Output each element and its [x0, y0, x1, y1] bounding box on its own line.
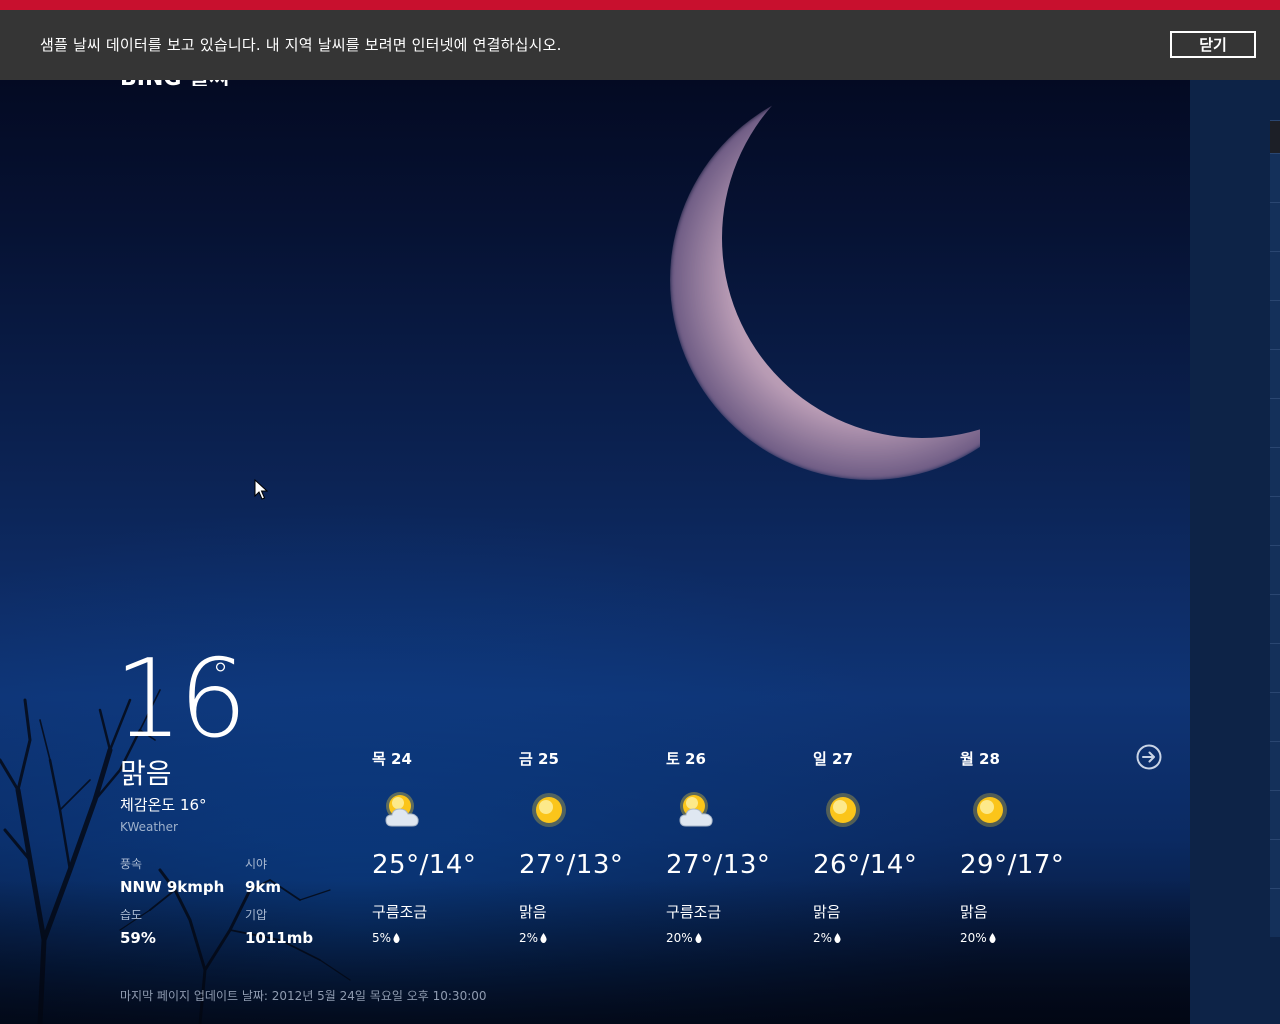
visibility-label: 시야 — [245, 857, 268, 871]
forecast-day-name: 토 26 — [666, 750, 706, 768]
raindrop-icon — [393, 933, 400, 943]
close-button[interactable]: 닫기 — [1170, 31, 1256, 58]
side-panel-item[interactable] — [1270, 839, 1280, 888]
side-panel-item[interactable] — [1270, 888, 1280, 937]
data-provider-link[interactable]: KWeather — [120, 820, 178, 834]
feels-like: 체감온도 16° — [120, 796, 207, 814]
side-panel-item[interactable] — [1270, 300, 1280, 349]
side-panel-item[interactable] — [1270, 202, 1280, 251]
forecast-day[interactable]: 월 28 29°/17° 맑음 20% — [960, 748, 1100, 948]
precip-value: 20% — [960, 931, 987, 945]
partly-cloudy-icon — [679, 792, 713, 827]
forecast-day[interactable]: 목 24 25°/14° 구름조금 5% — [372, 748, 512, 948]
weather-app-window: BING 날씨 샘플 날씨 데이터를 보고 있습니다. 내 지역 날씨를 보려면… — [0, 0, 1280, 1024]
side-panel-item[interactable] — [1270, 153, 1280, 202]
humidity-value: 59% — [120, 929, 156, 947]
forecast-condition: 구름조금 — [372, 903, 428, 921]
forecast-condition: 맑음 — [813, 903, 841, 921]
crescent-moon-image — [670, 100, 980, 480]
forecast-precip: 20% — [666, 931, 702, 945]
forecast-day-name: 일 27 — [813, 750, 853, 768]
notification-bar: 샘플 날씨 데이터를 보고 있습니다. 내 지역 날씨를 보려면 인터넷에 연결… — [0, 10, 1280, 80]
side-panel-item[interactable] — [1270, 692, 1280, 741]
last-updated-text: 마지막 페이지 업데이트 날짜: 2012년 5월 24일 목요일 오후 10:… — [120, 989, 487, 1003]
side-panel-item[interactable] — [1270, 251, 1280, 300]
precip-value: 2% — [519, 931, 539, 945]
partly-cloudy-icon — [385, 792, 419, 827]
mouse-cursor-icon — [254, 479, 268, 500]
side-panel-item[interactable] — [1270, 545, 1280, 594]
right-side-panel — [1190, 0, 1280, 1024]
side-panel-item[interactable] — [1270, 643, 1280, 692]
forecast-high-low: 27°/13° — [666, 850, 771, 880]
forecast-high-low: 27°/13° — [519, 850, 624, 880]
precip-value: 2% — [813, 931, 833, 945]
top-accent-stripe — [0, 0, 1280, 10]
side-panel-item[interactable] — [1270, 496, 1280, 545]
forecast-precip: 5% — [372, 931, 400, 945]
sunny-icon — [826, 793, 860, 827]
raindrop-icon — [834, 933, 841, 943]
raindrop-icon — [695, 933, 702, 943]
forecast-day-name: 월 28 — [960, 750, 1000, 768]
side-panel-list — [1270, 120, 1280, 937]
forecast-high-low: 29°/17° — [960, 850, 1065, 880]
side-panel-item[interactable] — [1270, 398, 1280, 447]
forecast-high-low: 26°/14° — [813, 850, 918, 880]
wind-label: 풍속 — [120, 857, 143, 871]
side-panel-item[interactable] — [1270, 349, 1280, 398]
pressure-value: 1011mb — [245, 929, 314, 947]
raindrop-icon — [989, 933, 996, 943]
next-arrow-icon[interactable] — [1136, 744, 1162, 770]
forecast-condition: 맑음 — [960, 903, 988, 921]
forecast-precip: 2% — [813, 931, 841, 945]
humidity-label: 습도 — [120, 908, 143, 922]
degree-symbol: ° — [212, 656, 229, 696]
visibility-value: 9km — [245, 878, 282, 896]
side-panel-item[interactable] — [1270, 447, 1280, 496]
daily-forecast: 목 24 25°/14° 구름조금 5% 금 25 27°/13° 맑음 2% … — [372, 748, 1132, 948]
forecast-day[interactable]: 토 26 27°/13° 구름조금 20% — [666, 748, 806, 948]
forecast-condition: 구름조금 — [666, 903, 722, 921]
forecast-day[interactable]: 일 27 26°/14° 맑음 2% — [813, 748, 953, 948]
forecast-day-name: 금 25 — [519, 750, 559, 768]
forecast-high-low: 25°/14° — [372, 850, 477, 880]
sunny-icon — [973, 793, 1007, 827]
raindrop-icon — [540, 933, 547, 943]
notification-message: 샘플 날씨 데이터를 보고 있습니다. 내 지역 날씨를 보려면 인터넷에 연결… — [40, 36, 562, 54]
forecast-precip: 20% — [960, 931, 996, 945]
side-panel-item[interactable] — [1270, 790, 1280, 839]
wind-value: NNW 9kmph — [120, 878, 225, 896]
precip-value: 20% — [666, 931, 693, 945]
forecast-precip: 2% — [519, 931, 547, 945]
precip-value: 5% — [372, 931, 392, 945]
side-panel-item[interactable] — [1270, 120, 1280, 153]
sunny-icon — [532, 793, 566, 827]
side-panel-item[interactable] — [1270, 594, 1280, 643]
pressure-label: 기압 — [245, 908, 268, 922]
forecast-day[interactable]: 금 25 27°/13° 맑음 2% — [519, 748, 659, 948]
forecast-day-name: 목 24 — [372, 750, 412, 768]
forecast-condition: 맑음 — [519, 903, 547, 921]
side-panel-item[interactable] — [1270, 741, 1280, 790]
current-condition: 맑음 — [120, 757, 172, 790]
